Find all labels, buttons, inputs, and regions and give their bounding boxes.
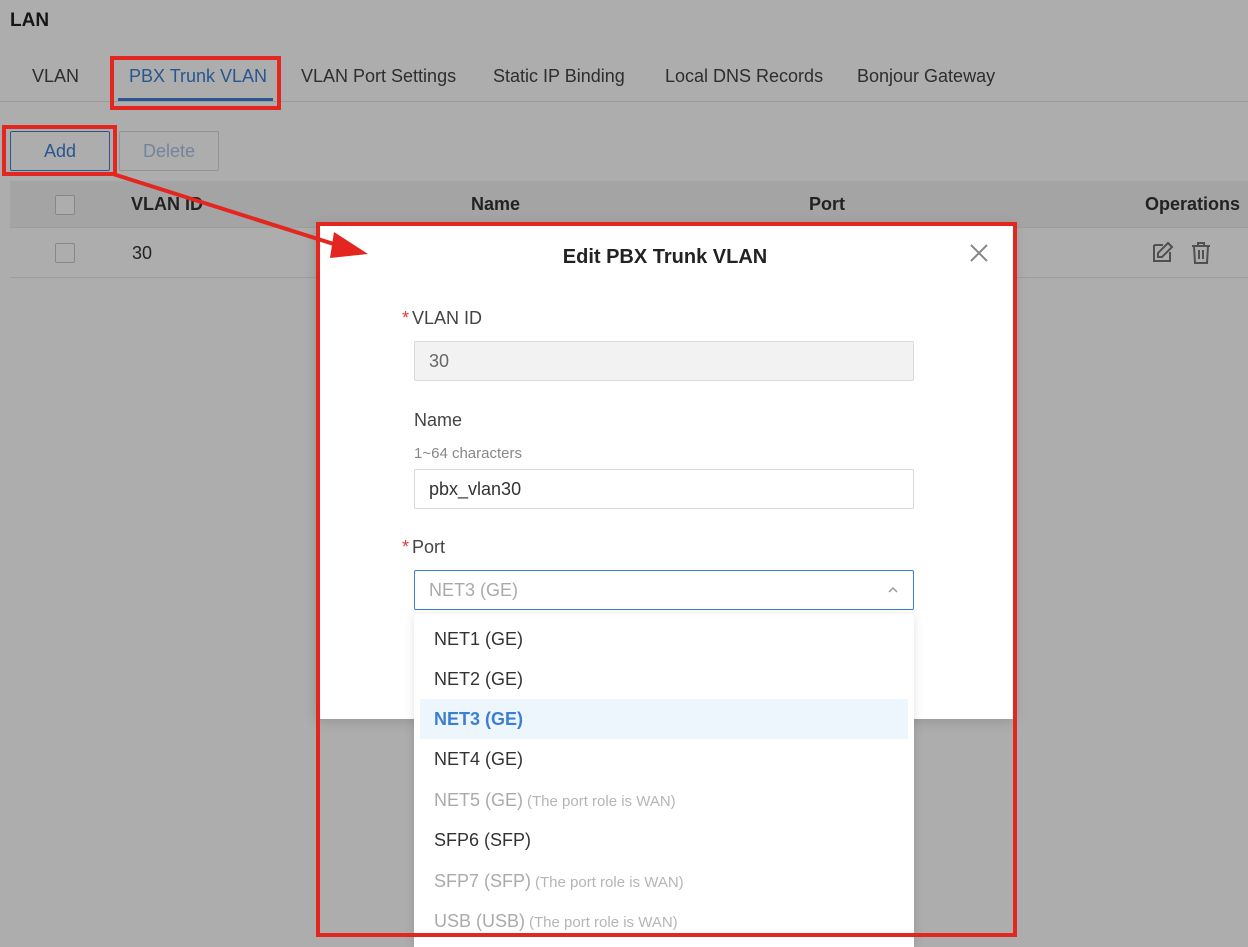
highlight-dialog-box <box>316 222 1017 937</box>
highlight-add-box <box>2 125 117 176</box>
highlight-tab-box <box>110 56 281 110</box>
